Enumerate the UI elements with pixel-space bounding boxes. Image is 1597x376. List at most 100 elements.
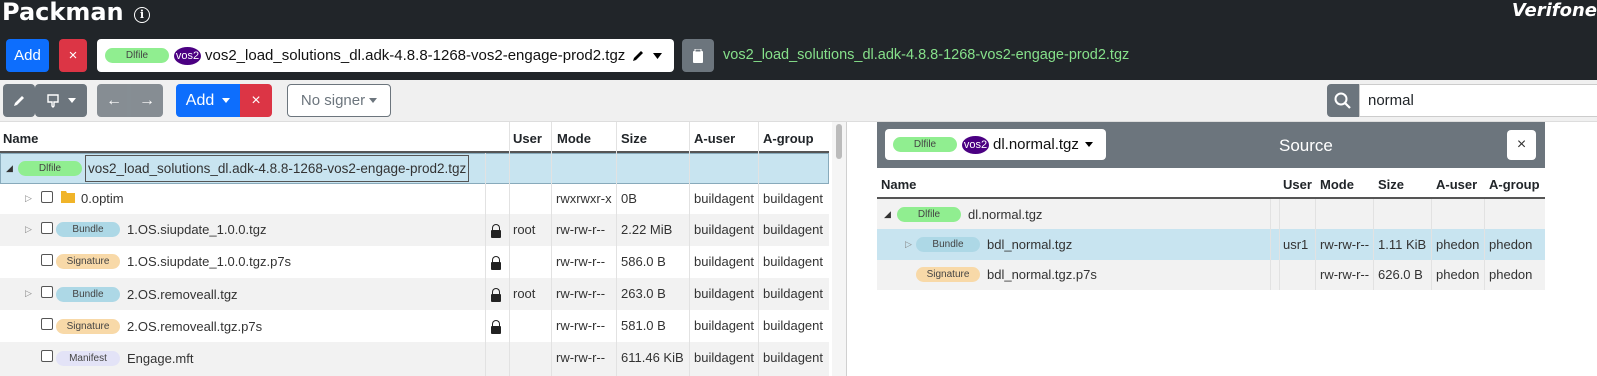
- add-dropdown-button[interactable]: Add: [176, 84, 240, 117]
- row-agroup: buildagent: [763, 222, 823, 237]
- row-checkbox[interactable]: [41, 318, 53, 330]
- lock-icon: [491, 256, 501, 270]
- row-size: 586.0 B: [621, 254, 666, 269]
- row-name: 1.OS.siupdate_1.0.0.tgz.p7s: [127, 254, 292, 269]
- row-agroup: buildagent: [763, 191, 823, 206]
- row-mode: rw-rw-r--: [556, 286, 606, 301]
- source-file-selector[interactable]: Dlfile vos2 dl.normal.tgz: [885, 129, 1106, 160]
- collapse-icon[interactable]: ◢: [6, 163, 13, 174]
- signer-label: No signer: [300, 92, 366, 109]
- row-checkbox[interactable]: [41, 254, 53, 266]
- dlfile-badge: Dlfile: [105, 48, 169, 63]
- row-size: 1.11 KiB: [1378, 237, 1427, 252]
- chevron-down-icon[interactable]: [653, 52, 663, 59]
- col-header-size[interactable]: Size: [1378, 177, 1404, 192]
- chevron-down-icon: [222, 98, 231, 103]
- row-auser: buildagent: [694, 222, 754, 237]
- close-source-button[interactable]: ×: [1507, 130, 1536, 160]
- info-icon[interactable]: i: [134, 7, 150, 23]
- row-checkbox[interactable]: [41, 222, 53, 234]
- remove-button[interactable]: ×: [240, 84, 272, 117]
- row-auser: phedon: [1436, 267, 1480, 282]
- source-file-name: dl.normal.tgz: [993, 136, 1079, 153]
- row-name: dl.normal.tgz: [968, 207, 1043, 222]
- col-header-name[interactable]: Name: [881, 177, 916, 192]
- chevron-down-icon: [369, 98, 378, 103]
- signature-badge: Signature: [56, 254, 120, 269]
- row-auser: buildagent: [694, 254, 754, 269]
- row-agroup: buildagent: [763, 254, 823, 269]
- col-header-user[interactable]: User: [1283, 177, 1312, 192]
- brand-logo: Verifone: [1511, 0, 1597, 21]
- col-header-name[interactable]: Name: [3, 131, 38, 146]
- row-user: usr1: [1283, 237, 1309, 252]
- dlfile-badge: Dlfile: [18, 161, 82, 176]
- col-header-auser[interactable]: A-user: [694, 131, 735, 146]
- copy-button[interactable]: [682, 39, 714, 72]
- col-header-agroup[interactable]: A-group: [1489, 177, 1540, 192]
- row-user: root: [513, 222, 536, 237]
- row-mode: rw-rw-r--: [556, 350, 606, 365]
- row-checkbox[interactable]: [41, 350, 53, 362]
- expand-icon[interactable]: ▷: [25, 193, 32, 204]
- col-header-auser[interactable]: A-user: [1436, 177, 1477, 192]
- add-label: Add: [185, 91, 215, 109]
- row-agroup: buildagent: [763, 318, 823, 333]
- dlfile-badge: Dlfile: [893, 137, 957, 152]
- folder-icon: [61, 191, 75, 203]
- expand-icon[interactable]: ▷: [25, 224, 32, 235]
- download-dropdown-button[interactable]: [35, 84, 87, 117]
- row-name: bdl_normal.tgz: [987, 237, 1073, 252]
- col-header-size[interactable]: Size: [621, 131, 647, 146]
- row-mode: rw-rw-r--: [556, 254, 606, 269]
- row-name: 2.OS.removeall.tgz: [127, 287, 238, 302]
- scrollbar-thumb[interactable]: [836, 124, 842, 159]
- col-header-user[interactable]: User: [513, 131, 542, 146]
- row-size: 581.0 B: [621, 318, 666, 333]
- add-file-button[interactable]: Add: [6, 39, 49, 72]
- row-name: 0.optim: [81, 191, 124, 206]
- pencil-icon[interactable]: [631, 49, 645, 63]
- signer-dropdown[interactable]: No signer: [287, 84, 391, 117]
- row-auser: buildagent: [694, 318, 754, 333]
- row-name[interactable]: vos2_load_solutions_dl.adk-4.8.8-1268-vo…: [85, 155, 470, 182]
- vos-badge: vos2: [962, 135, 989, 154]
- app-title: Packman: [2, 0, 124, 26]
- search-icon: [1334, 92, 1351, 109]
- source-panel-title: Source: [1279, 136, 1333, 155]
- col-header-mode[interactable]: Mode: [557, 131, 591, 146]
- col-header-agroup[interactable]: A-group: [763, 131, 814, 146]
- row-mode: rw-rw-r--: [1320, 237, 1370, 252]
- row-user: root: [513, 286, 536, 301]
- signature-badge: Signature: [56, 319, 120, 334]
- close-file-button[interactable]: ×: [59, 39, 87, 72]
- lock-icon: [491, 224, 501, 238]
- search-button[interactable]: [1327, 84, 1359, 117]
- bundle-badge: Bundle: [56, 222, 120, 237]
- search-input[interactable]: normal: [1359, 84, 1597, 117]
- file-name: vos2_load_solutions_dl.adk-4.8.8-1268-vo…: [205, 47, 626, 64]
- expand-icon[interactable]: ▷: [905, 239, 912, 250]
- back-button[interactable]: ←: [97, 84, 131, 117]
- file-selector[interactable]: Dlfile vos2 vos2_load_solutions_dl.adk-4…: [97, 39, 674, 72]
- row-agroup: buildagent: [763, 286, 823, 301]
- pencil-icon: [14, 95, 24, 106]
- col-header-mode[interactable]: Mode: [1320, 177, 1354, 192]
- row-mode: rw-rw-r--: [556, 222, 606, 237]
- row-auser: buildagent: [694, 191, 754, 206]
- row-agroup: phedon: [1489, 237, 1533, 252]
- expand-icon[interactable]: ▷: [25, 288, 32, 299]
- row-size: 626.0 B: [1378, 267, 1423, 282]
- chevron-down-icon: [68, 98, 76, 103]
- collapse-icon[interactable]: ◢: [884, 209, 891, 220]
- edit-button[interactable]: [3, 84, 35, 117]
- row-name: 2.OS.removeall.tgz.p7s: [127, 319, 263, 334]
- scrollbar-track[interactable]: [832, 122, 846, 376]
- row-checkbox[interactable]: [41, 191, 53, 203]
- bundle-badge: Bundle: [56, 287, 120, 302]
- row-size: 611.46 KiB: [621, 350, 684, 365]
- row-size: 263.0 B: [621, 286, 666, 301]
- vos-badge: vos2: [174, 46, 201, 65]
- row-checkbox[interactable]: [41, 286, 53, 298]
- forward-button[interactable]: →: [131, 84, 163, 117]
